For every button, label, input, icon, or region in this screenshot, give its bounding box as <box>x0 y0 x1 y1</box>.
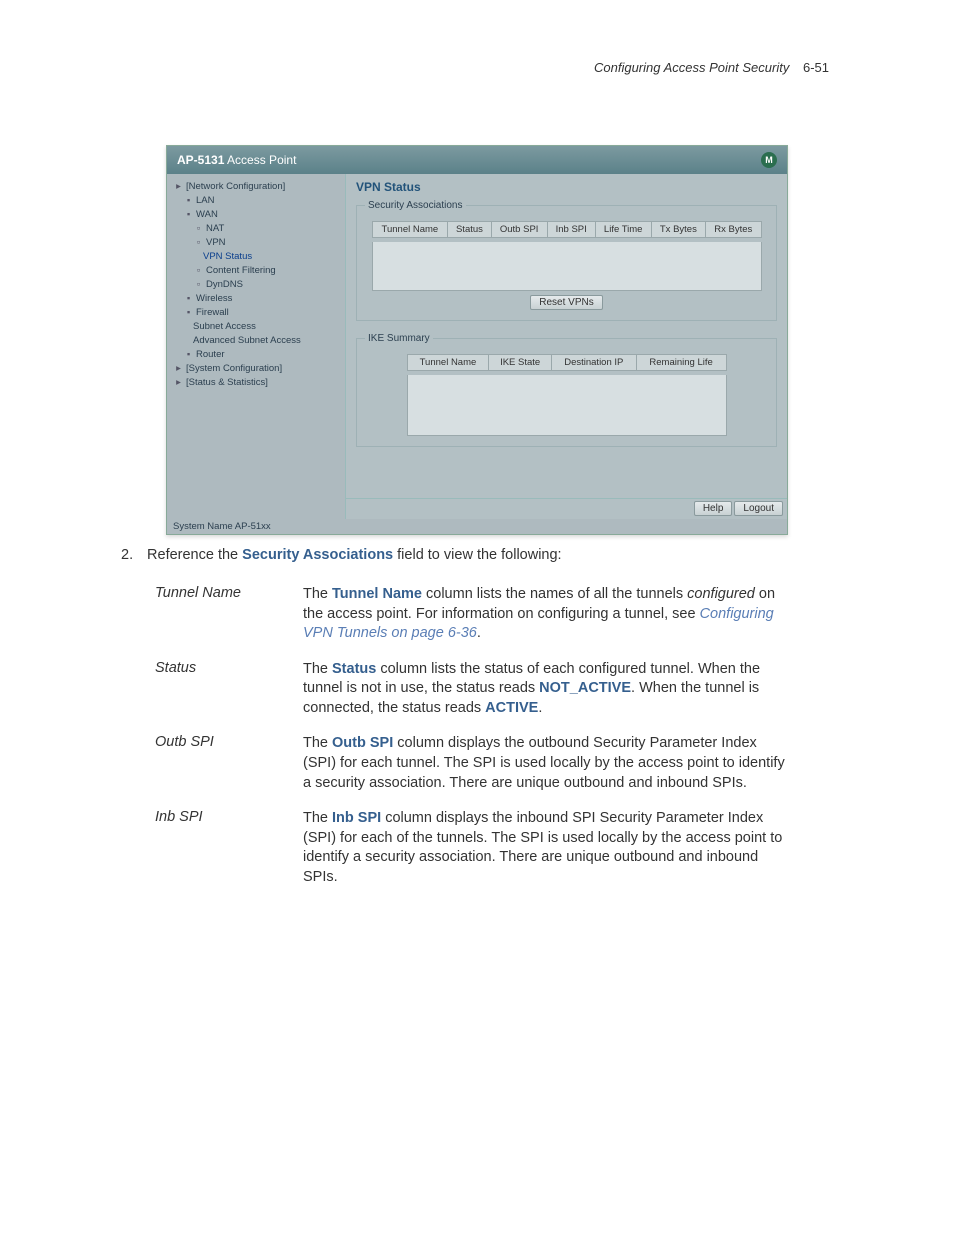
desc-row: Outb SPIThe Outb SPI column displays the… <box>155 726 795 801</box>
desc-term: Inb SPI <box>155 801 303 895</box>
tree-network-configuration[interactable]: ▸[Network Configuration] ▪LAN ▪WAN ▫NAT … <box>173 180 341 362</box>
help-button[interactable]: Help <box>694 501 733 516</box>
header-page-number: 6-51 <box>803 60 829 75</box>
sa-col-life-time: Life Time <box>595 222 651 238</box>
tree-dyndns[interactable]: ▫DynDNS <box>193 278 341 292</box>
desc-term: Outb SPI <box>155 726 303 801</box>
ike-col-tunnel-name: Tunnel Name <box>407 355 489 371</box>
sa-col-inb-spi: Inb SPI <box>547 222 595 238</box>
reset-vpns-button[interactable]: Reset VPNs <box>530 295 602 310</box>
tree-system-configuration[interactable]: ▸[System Configuration] <box>173 362 341 376</box>
tree-lan[interactable]: ▪LAN <box>183 194 341 208</box>
nav-tree[interactable]: ▸[Network Configuration] ▪LAN ▪WAN ▫NAT … <box>167 174 346 519</box>
tree-vpn-status[interactable]: VPN Status <box>203 250 341 264</box>
page-header: Configuring Access Point Security 6-51 <box>95 60 859 75</box>
desc-term: Status <box>155 652 303 727</box>
ike-col-remaining-life: Remaining Life <box>636 355 726 371</box>
ike-summary-table: Tunnel NameIKE StateDestination IPRemain… <box>407 354 727 371</box>
logo-icon: M <box>761 152 777 168</box>
tree-nat[interactable]: ▫NAT <box>193 222 341 236</box>
app-title: AP-5131 Access Point <box>177 153 296 167</box>
tree-subnet-access[interactable]: Subnet Access <box>193 320 341 334</box>
ike-summary-legend: IKE Summary <box>365 333 433 344</box>
tree-wireless[interactable]: ▪Wireless <box>183 292 341 306</box>
desc-definition: The Outb SPI column displays the outboun… <box>303 726 795 801</box>
desc-term: Tunnel Name <box>155 577 303 652</box>
system-name-label: System Name AP-51xx <box>167 519 787 534</box>
security-associations-legend: Security Associations <box>365 200 466 211</box>
sa-col-outb-spi: Outb SPI <box>491 222 547 238</box>
content-heading: VPN Status <box>346 174 787 194</box>
sa-col-status: Status <box>448 222 491 238</box>
ike-summary-group: IKE Summary Tunnel NameIKE StateDestinat… <box>356 333 777 447</box>
tree-router[interactable]: ▪Router <box>183 348 341 362</box>
logout-button[interactable]: Logout <box>734 501 783 516</box>
app-titlebar: AP-5131 Access Point M <box>167 146 787 174</box>
ike-col-ike-state: IKE State <box>489 355 551 371</box>
sa-col-tunnel-name: Tunnel Name <box>372 222 448 238</box>
tree-wan[interactable]: ▪WAN ▫NAT ▫VPN VPN Status ▫Content Filte… <box>183 208 341 292</box>
sa-col-rx-bytes: Rx Bytes <box>706 222 762 238</box>
app-window: AP-5131 Access Point M ▸[Network Configu… <box>166 145 788 535</box>
tree-vpn[interactable]: ▫VPN VPN Status <box>193 236 341 264</box>
desc-definition: The Tunnel Name column lists the names o… <box>303 577 795 652</box>
ike-col-destination-ip: Destination IP <box>551 355 636 371</box>
desc-definition: The Status column lists the status of ea… <box>303 652 795 727</box>
security-associations-group: Security Associations Tunnel NameStatusO… <box>356 200 777 321</box>
tree-firewall[interactable]: ▪Firewall Subnet Access Advanced Subnet … <box>183 306 341 348</box>
step-2-text: 2. Reference the Security Associations f… <box>121 547 859 563</box>
field-description-table: Tunnel NameThe Tunnel Name column lists … <box>155 577 795 895</box>
tree-content-filtering[interactable]: ▫Content Filtering <box>193 264 341 278</box>
desc-row: Inb SPIThe Inb SPI column displays the i… <box>155 801 795 895</box>
security-associations-table: Tunnel NameStatusOutb SPIInb SPILife Tim… <box>372 221 762 238</box>
desc-definition: The Inb SPI column displays the inbound … <box>303 801 795 895</box>
sa-col-tx-bytes: Tx Bytes <box>651 222 705 238</box>
tree-status-statistics[interactable]: ▸[Status & Statistics] <box>173 376 341 390</box>
desc-row: StatusThe Status column lists the status… <box>155 652 795 727</box>
header-section: Configuring Access Point Security <box>594 60 789 75</box>
desc-row: Tunnel NameThe Tunnel Name column lists … <box>155 577 795 652</box>
tree-advanced-subnet-access[interactable]: Advanced Subnet Access <box>193 334 341 348</box>
